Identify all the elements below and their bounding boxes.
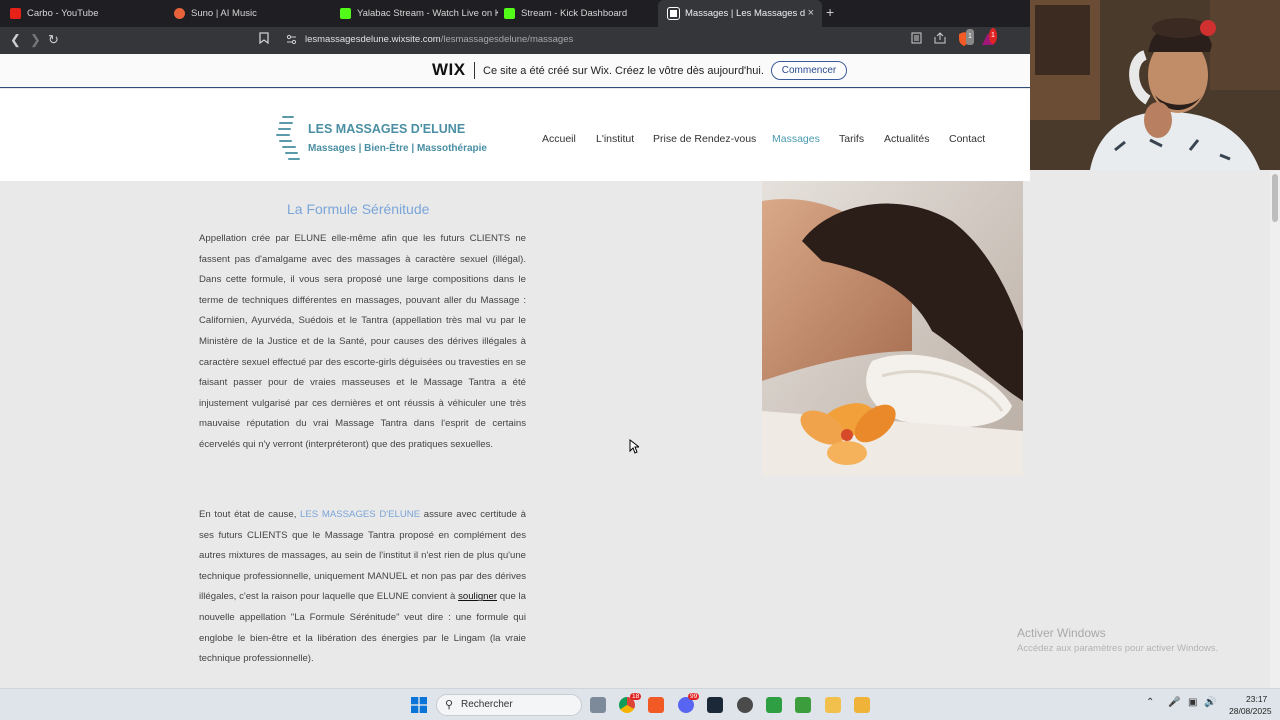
- paragraph-text: En tout état de cause,: [199, 509, 301, 520]
- tab-label: Massages | Les Massages d'Elun: [685, 8, 805, 19]
- tab-label: Carbo - YouTube: [27, 8, 99, 19]
- nav-contact[interactable]: Contact: [949, 133, 985, 145]
- wix-logo[interactable]: WIX: [432, 60, 466, 80]
- kick-icon: [504, 8, 515, 19]
- search-icon: ⚲: [445, 699, 454, 711]
- paragraph-formule-details: En tout état de cause, LES MASSAGES D'EL…: [199, 505, 526, 670]
- share-icon[interactable]: [934, 32, 946, 48]
- url-host: lesmassagesdelune.wixsite.com: [305, 34, 441, 45]
- tab-youtube[interactable]: Carbo - YouTube: [0, 0, 168, 27]
- tab-label: Stream - Kick Dashboard: [521, 8, 628, 19]
- windows-start-icon[interactable]: [411, 697, 427, 713]
- nav-prise-de-rendez-vous[interactable]: Prise de Rendez-vous: [653, 133, 756, 145]
- site-logo-mark-icon[interactable]: [276, 116, 306, 162]
- volume-icon[interactable]: 🔊: [1204, 697, 1216, 708]
- taskbar-date[interactable]: 28/08/2025: [1229, 706, 1272, 716]
- nav-accueil[interactable]: Accueil: [542, 133, 576, 145]
- discord-badge: 99: [688, 693, 700, 700]
- activate-windows-subtitle: Accédez aux paramètres pour activer Wind…: [1017, 643, 1219, 654]
- section-title: La Formule Sérénitude: [287, 201, 430, 217]
- close-tab-icon[interactable]: ×: [808, 7, 814, 19]
- address-bar[interactable]: lesmassagesdelune.wixsite.com/lesmassage…: [305, 34, 573, 45]
- windows-taskbar: ⚲ Rechercher 18 99 ⌃ 🎤 ▣ 🔊 23:17 28/08/2…: [0, 688, 1280, 720]
- site-header: [0, 89, 1030, 181]
- nav-massages[interactable]: Massages: [772, 133, 820, 145]
- banner-message: Ce site a été créé sur Wix. Créez le vôt…: [483, 65, 764, 77]
- tab-label: Yalabac Stream - Watch Live on Kick: [357, 8, 498, 19]
- microphone-icon[interactable]: 🎤: [1168, 697, 1180, 708]
- site-brand-subtitle: Massages | Bien-Être | Massothérapie: [308, 143, 487, 154]
- minecraft-icon[interactable]: [795, 697, 811, 713]
- tab-label: Suno | AI Music: [191, 8, 257, 19]
- search-label: Rechercher: [461, 699, 513, 710]
- shield-badge: 1: [966, 29, 974, 45]
- brave-rewards-icon[interactable]: 1: [981, 28, 997, 51]
- paragraph-formule-intro: Appellation crée par ELUNE elle-même afi…: [199, 233, 526, 450]
- tab-suno[interactable]: Suno | AI Music: [164, 0, 332, 27]
- rewards-badge: 1: [989, 28, 997, 44]
- mouse-cursor-icon: [629, 438, 641, 459]
- spreadsheet-icon[interactable]: [766, 697, 782, 713]
- tab-kick-dashboard[interactable]: Stream - Kick Dashboard: [494, 0, 660, 27]
- browser-tab-bar: Carbo - YouTube Suno | AI Music Yalabac …: [0, 0, 1030, 27]
- chrome-badge: 18: [630, 693, 642, 700]
- tab-massages[interactable]: Massages | Les Massages d'Elun ×: [658, 0, 822, 27]
- media-player-icon[interactable]: [854, 697, 870, 713]
- nav-actualites[interactable]: Actualités: [884, 133, 930, 145]
- webcam-overlay: [1030, 0, 1280, 170]
- nav-institut[interactable]: L'institut: [596, 133, 634, 145]
- reload-icon[interactable]: ↻: [48, 32, 59, 48]
- massage-photo: [762, 181, 1023, 476]
- site-info-icon[interactable]: [286, 34, 297, 51]
- obs-icon[interactable]: [737, 697, 753, 713]
- commencer-button[interactable]: Commencer: [771, 61, 847, 80]
- taskbar-time[interactable]: 23:17: [1246, 694, 1267, 704]
- reader-mode-icon[interactable]: [911, 32, 922, 48]
- scrollbar-thumb[interactable]: [1272, 174, 1278, 222]
- brave-shield-icon[interactable]: 1: [957, 29, 974, 51]
- site-brand-title[interactable]: LES MASSAGES D'ELUNE: [308, 122, 465, 136]
- forward-icon[interactable]: ❯: [30, 32, 41, 48]
- bookmark-icon[interactable]: [259, 32, 269, 49]
- wix-page-icon: [667, 7, 680, 20]
- page-scrollbar[interactable]: [1270, 171, 1280, 688]
- network-icon[interactable]: ▣: [1188, 697, 1197, 708]
- youtube-icon: [10, 8, 21, 19]
- nav-tarifs[interactable]: Tarifs: [839, 133, 864, 145]
- kick-icon: [340, 8, 351, 19]
- wix-promo-banner: WIX Ce site a été créé sur Wix. Créez le…: [0, 54, 1030, 88]
- back-icon[interactable]: ❮: [10, 32, 21, 48]
- suno-icon: [174, 8, 185, 19]
- activate-windows-title: Activer Windows: [1017, 626, 1106, 640]
- souligner-link[interactable]: souligner: [458, 591, 497, 602]
- tab-kick-stream[interactable]: Yalabac Stream - Watch Live on Kick: [330, 0, 498, 27]
- brave-icon[interactable]: [648, 697, 664, 713]
- task-view-icon[interactable]: [590, 697, 606, 713]
- brand-link[interactable]: LES MASSAGES D'ELUNE: [300, 509, 420, 520]
- banner-divider: [474, 62, 475, 79]
- file-explorer-icon[interactable]: [825, 697, 841, 713]
- new-tab-button[interactable]: +: [826, 4, 834, 20]
- tray-overflow-icon[interactable]: ⌃: [1146, 697, 1154, 708]
- browser-toolbar: ❮ ❯ ↻ lesmassagesdelune.wixsite.com/lesm…: [0, 27, 1030, 54]
- paragraph-text: assure avec certitude à ses futurs CLIEN…: [199, 509, 527, 603]
- taskbar-search[interactable]: ⚲ Rechercher: [436, 694, 582, 716]
- screen: Carbo - YouTube Suno | AI Music Yalabac …: [0, 0, 1280, 720]
- url-path: /lesmassagesdelune/massages: [440, 34, 574, 45]
- steam-icon[interactable]: [707, 697, 723, 713]
- page-content: [0, 181, 1270, 688]
